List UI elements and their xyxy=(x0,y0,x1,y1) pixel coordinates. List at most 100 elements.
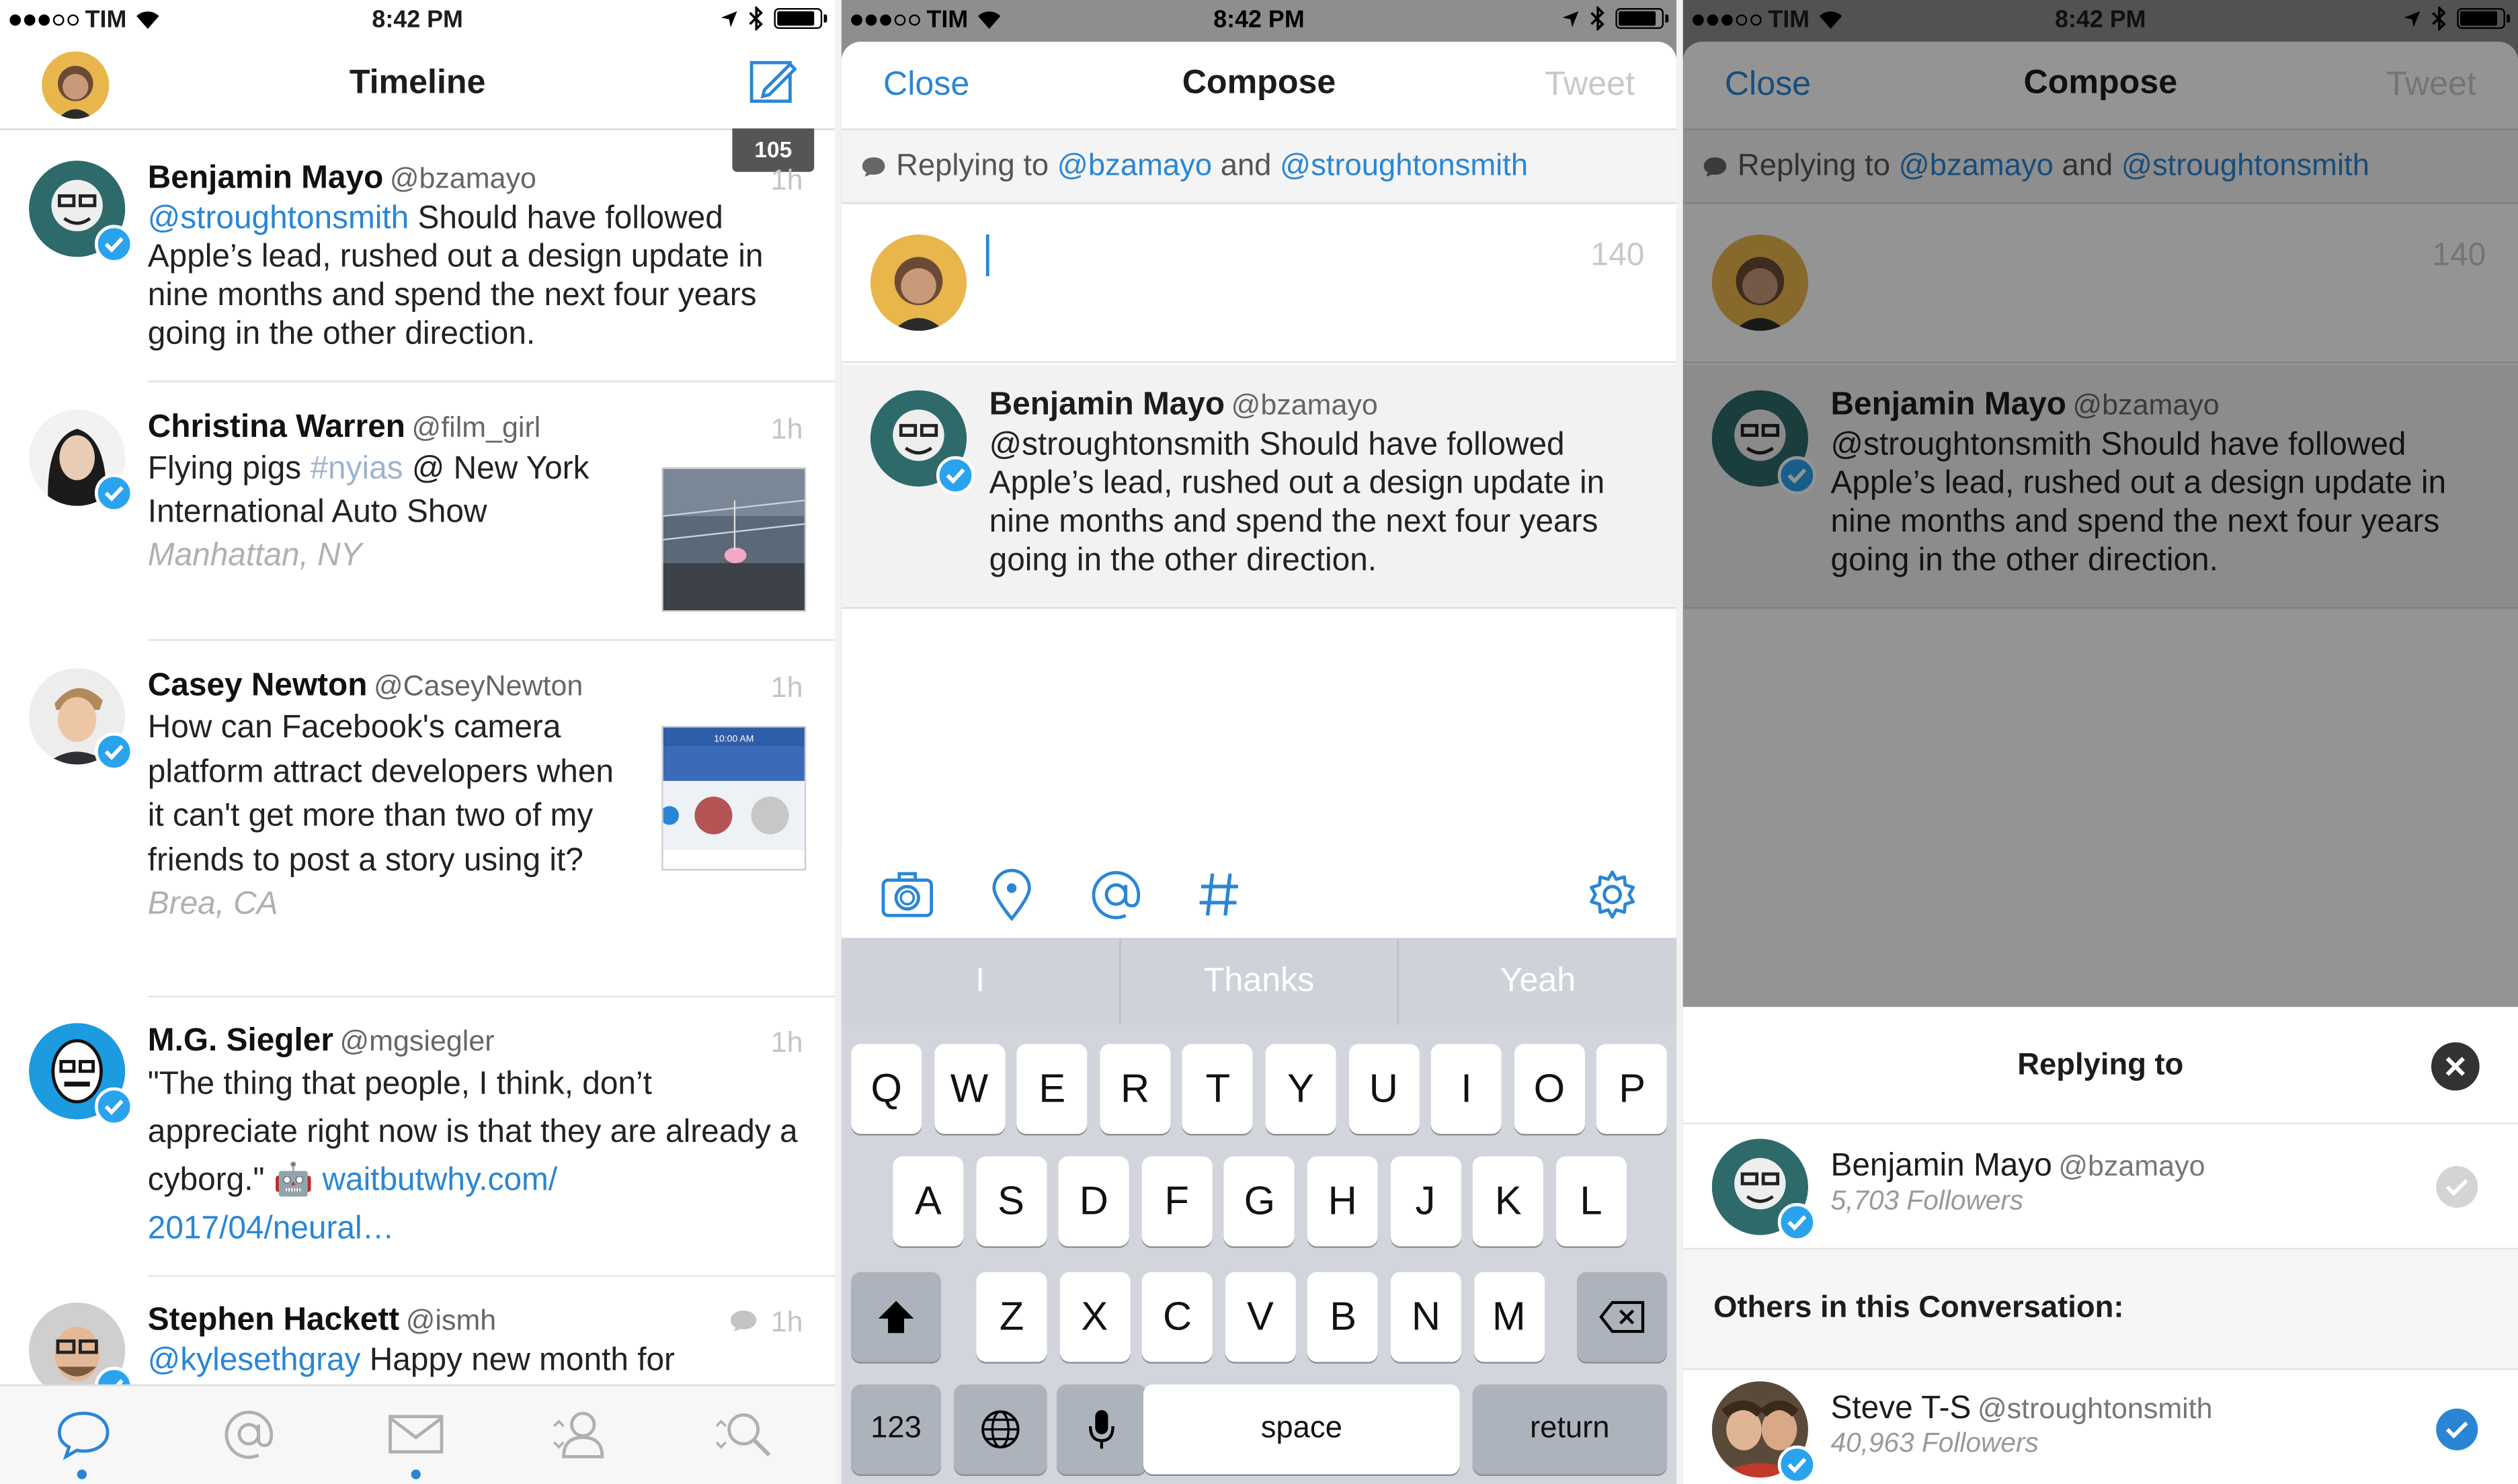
author-name[interactable]: Stephen Hackett xyxy=(148,1303,399,1338)
suggestion-bar: I Thanks Yeah xyxy=(841,938,1677,1025)
location-pin-icon[interactable] xyxy=(984,867,1039,921)
letter-key[interactable]: Q xyxy=(851,1044,922,1135)
suggestion[interactable]: Thanks xyxy=(1121,938,1399,1025)
space-key[interactable]: space xyxy=(1143,1384,1460,1475)
checkmark-selected-icon xyxy=(2436,1408,2478,1450)
letter-key[interactable]: G xyxy=(1224,1156,1295,1247)
letter-key[interactable]: D xyxy=(1058,1156,1129,1247)
mention-icon[interactable] xyxy=(1089,867,1143,921)
bluetooth-icon xyxy=(1590,6,1605,31)
letter-key[interactable]: E xyxy=(1016,1044,1088,1135)
compose-icon[interactable] xyxy=(748,58,797,106)
letter-key[interactable]: U xyxy=(1348,1044,1419,1135)
divider xyxy=(147,1275,836,1277)
others-section-header: Others in this Conversation: xyxy=(1682,1247,2518,1370)
letter-key[interactable]: F xyxy=(1141,1156,1213,1247)
return-key[interactable]: return xyxy=(1472,1384,1667,1475)
messages-tab[interactable] xyxy=(387,1405,445,1463)
status-bar: TIM 8:42 PM xyxy=(0,0,835,42)
author-handle: @film_girl xyxy=(411,411,541,444)
dim-overlay[interactable] xyxy=(1682,0,2518,1007)
letter-key[interactable]: A xyxy=(893,1156,964,1247)
author-name[interactable]: Christina Warren xyxy=(148,409,405,445)
reply-user-row[interactable]: Steve T-S @stroughtonsmith 40,963 Followe… xyxy=(1683,1372,2518,1484)
tweet-time: 1h xyxy=(770,671,803,704)
tweet-composer[interactable]: 140 xyxy=(841,205,1677,364)
verified-icon xyxy=(94,473,134,513)
letter-key[interactable]: T xyxy=(1182,1044,1254,1135)
reply-user-row[interactable]: Benjamin Mayo @bzamayo 5,703 Followers xyxy=(1683,1129,2518,1242)
reply-user-link[interactable]: @bzamayo xyxy=(1057,149,1212,183)
author-name[interactable]: Benjamin Mayo xyxy=(148,161,383,196)
media-thumbnail[interactable] xyxy=(661,467,807,612)
close-circle-icon[interactable] xyxy=(2431,1042,2480,1091)
globe-icon xyxy=(981,1410,1020,1448)
letter-key[interactable]: Z xyxy=(976,1272,1047,1362)
author-name[interactable]: M.G. Siegler xyxy=(148,1023,333,1059)
profile-tab[interactable] xyxy=(551,1405,608,1463)
letter-key[interactable]: I xyxy=(1431,1044,1502,1135)
delete-key[interactable] xyxy=(1577,1272,1667,1362)
my-avatar xyxy=(870,234,967,331)
letter-key[interactable]: K xyxy=(1473,1156,1544,1247)
divider xyxy=(147,639,836,641)
verified-icon xyxy=(94,224,134,263)
reply-user-link[interactable]: @stroughtonsmith xyxy=(1280,149,1528,183)
mentions-tab[interactable] xyxy=(220,1405,278,1463)
others-label: Others in this Conversation: xyxy=(1713,1291,2124,1325)
sheet-title: Replying to xyxy=(2017,1048,2184,1083)
author-handle: @bzamayo xyxy=(389,162,536,195)
letter-key[interactable]: N xyxy=(1390,1272,1462,1362)
letter-key[interactable]: C xyxy=(1142,1272,1213,1362)
hashtag-link[interactable]: #nyias xyxy=(310,451,403,487)
shift-key[interactable] xyxy=(851,1272,941,1362)
url-link-cont[interactable]: 2017/04/neural… xyxy=(148,1211,395,1247)
letter-key[interactable]: X xyxy=(1059,1272,1130,1362)
replying-to-screen: TIM 8:42 PM Close Compose Tweet Replying… xyxy=(1682,0,2518,1484)
tweet-button[interactable]: Tweet xyxy=(1545,66,1635,104)
replying-to-bar[interactable]: Replying to @bzamayo and @stroughtonsmit… xyxy=(841,130,1677,204)
hashtag-icon[interactable] xyxy=(1192,867,1246,921)
unread-dot xyxy=(411,1469,421,1479)
camera-icon[interactable] xyxy=(880,867,934,921)
letter-key[interactable]: P xyxy=(1596,1044,1668,1135)
author-name[interactable]: Casey Newton xyxy=(148,668,368,704)
search-tab[interactable] xyxy=(716,1405,774,1463)
letter-key[interactable]: O xyxy=(1514,1044,1585,1135)
tab-bar xyxy=(0,1384,836,1484)
letter-key[interactable]: S xyxy=(975,1156,1047,1247)
media-thumbnail[interactable]: 10:00 AM xyxy=(661,726,807,871)
battery-icon xyxy=(1615,7,1669,30)
letter-key[interactable]: W xyxy=(934,1044,1005,1135)
settings-gear-icon[interactable] xyxy=(1585,867,1639,921)
letter-key[interactable]: B xyxy=(1307,1272,1379,1362)
divider xyxy=(147,995,836,997)
timeline-tab[interactable] xyxy=(54,1405,112,1463)
tweet-time: 1h xyxy=(770,1026,803,1059)
letter-key[interactable]: Y xyxy=(1265,1044,1336,1135)
status-time: 8:42 PM xyxy=(372,6,463,34)
numbers-key[interactable]: 123 xyxy=(851,1384,941,1475)
page-title: Timeline xyxy=(349,64,486,101)
letter-key[interactable]: R xyxy=(1100,1044,1171,1135)
suggestion[interactable]: Yeah xyxy=(1399,938,1676,1025)
suggestion[interactable]: I xyxy=(842,938,1121,1025)
dictation-key[interactable] xyxy=(1056,1384,1147,1475)
letter-key[interactable]: H xyxy=(1307,1156,1378,1247)
letter-key[interactable]: J xyxy=(1389,1156,1461,1247)
tweet-text: Flying pigs #nyias @ New York Internatio… xyxy=(147,451,590,574)
quoted-tweet: Benjamin Mayo @bzamayo @stroughtonsmith S… xyxy=(841,364,1677,609)
divider xyxy=(147,380,836,382)
url-link[interactable]: waitbutwhy.com/ xyxy=(322,1163,557,1198)
mention-link[interactable]: @kylesethgray xyxy=(148,1343,361,1378)
letter-key[interactable]: M xyxy=(1473,1272,1545,1362)
tweet-text: @kylesethgray Happy new month for xyxy=(147,1342,675,1378)
letter-key[interactable]: L xyxy=(1555,1156,1627,1247)
reply-indicator-icon xyxy=(731,1310,757,1331)
compose-toolbar xyxy=(841,851,1677,938)
mention-link[interactable]: @stroughtonsmith xyxy=(148,201,409,237)
verified-icon xyxy=(936,456,975,495)
author-handle: @mgsiegler xyxy=(339,1024,495,1057)
letter-key[interactable]: V xyxy=(1225,1272,1296,1362)
globe-key[interactable] xyxy=(954,1384,1047,1475)
